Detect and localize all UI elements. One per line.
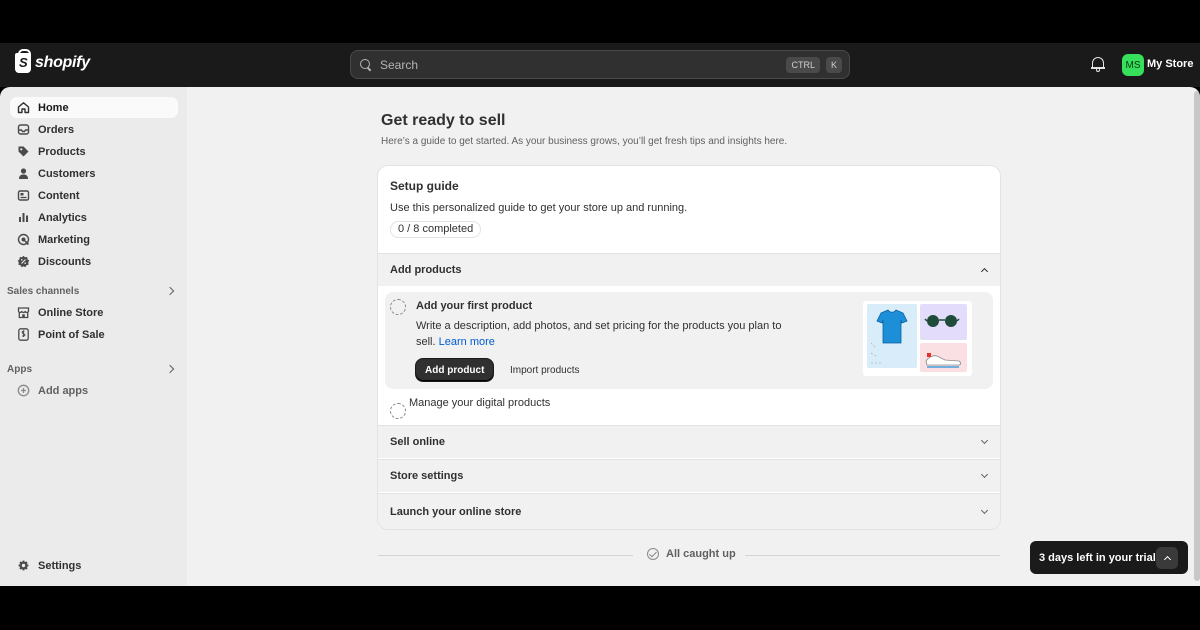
caught-up-label: All caught up <box>666 548 736 560</box>
section-label: Add products <box>390 264 462 276</box>
divider <box>745 555 1000 556</box>
sidebar-item-orders[interactable]: Orders <box>10 119 178 140</box>
brand-name: shopify <box>35 54 90 71</box>
add-product-button[interactable]: Add product <box>416 359 494 381</box>
setup-guide-card: Setup guide Use this personalized guide … <box>378 166 1000 529</box>
sidebar-item-label: Online Store <box>38 306 104 319</box>
progress-badge: 0 / 8 completed <box>390 221 482 238</box>
import-products-button[interactable]: Import products <box>506 359 583 381</box>
bar-chart-icon <box>17 211 30 224</box>
sidebar-item-label: Settings <box>38 559 82 572</box>
sidebar-item-content[interactable]: Content <box>10 185 178 206</box>
sidebar-item-label: Products <box>38 145 86 158</box>
search-input[interactable] <box>380 57 787 72</box>
sidebar-item-online-store[interactable]: Online Store <box>10 302 178 323</box>
sidebar-item-label: Home <box>38 101 69 114</box>
sidebar-item-point-of-sale[interactable]: Point of Sale <box>10 324 178 345</box>
task-status-circle-icon[interactable] <box>390 403 406 419</box>
gear-icon <box>17 559 30 572</box>
sidebar-item-analytics[interactable]: Analytics <box>10 207 178 228</box>
learn-more-link[interactable]: Learn more <box>439 336 495 348</box>
section-title: Sales channels <box>7 285 80 297</box>
sidebar-item-customers[interactable]: Customers <box>10 163 178 184</box>
sidebar-item-discounts[interactable]: Discounts <box>10 251 178 272</box>
page-title: Get ready to sell <box>381 112 506 129</box>
trial-label: 3 days left in your trial <box>1039 551 1156 564</box>
chevron-down-icon <box>980 506 989 514</box>
chevron-right-icon <box>165 286 175 296</box>
tag-icon <box>17 145 30 158</box>
shopify-logo[interactable]: shopify <box>15 49 90 73</box>
sidebar-item-marketing[interactable]: Marketing <box>10 229 178 250</box>
section-launch-online-store[interactable]: Launch your online store <box>378 493 1000 529</box>
section-add-products[interactable]: Add products <box>378 253 1000 286</box>
sidebar-item-label: Discounts <box>38 255 92 268</box>
section-label: Sell online <box>390 436 446 448</box>
setup-guide-description: Use this personalized guide to get your … <box>390 202 688 214</box>
task-title: Add your first product <box>416 300 533 312</box>
section-store-settings[interactable]: Store settings <box>378 459 1000 492</box>
chevron-down-icon <box>980 470 989 479</box>
section-title: Apps <box>7 363 32 375</box>
sidebar: Home Orders Products Customers Content A… <box>0 87 187 586</box>
content-icon <box>17 189 30 202</box>
task-description: Write a description, add photos, and set… <box>416 320 782 348</box>
top-bar: shopify CTRL K MS My Store <box>0 43 1200 87</box>
person-icon <box>17 167 30 180</box>
pos-icon <box>17 328 30 341</box>
sidebar-item-settings[interactable]: Settings <box>10 555 178 576</box>
avatar[interactable]: MS <box>1122 54 1144 76</box>
shortcut-k-key: K <box>825 56 842 73</box>
home-icon <box>17 101 30 114</box>
chevron-up-icon <box>1163 555 1171 563</box>
page-subtitle: Here’s a guide to get started. As your b… <box>381 136 788 147</box>
apps-header[interactable]: Apps <box>7 361 178 377</box>
task-status-circle-icon[interactable] <box>390 299 406 315</box>
divider <box>378 555 633 556</box>
shortcut-ctrl-key: CTRL <box>786 56 820 73</box>
sidebar-item-label: Customers <box>38 167 96 180</box>
search-icon <box>360 58 372 71</box>
target-icon <box>17 233 30 246</box>
store-icon <box>17 306 30 319</box>
section-label: Launch your online store <box>390 505 522 518</box>
task-add-first-product: Add your first product Write a descripti… <box>385 292 993 389</box>
sales-channels-header[interactable]: Sales channels <box>7 283 178 299</box>
trial-banner[interactable]: 3 days left in your trial <box>1030 541 1188 574</box>
sidebar-item-label: Orders <box>38 123 75 136</box>
sidebar-item-label: Content <box>38 189 80 202</box>
sidebar-item-label: Add apps <box>38 384 89 397</box>
inbox-icon <box>17 123 30 136</box>
sidebar-item-products[interactable]: Products <box>10 141 178 162</box>
chevron-down-icon <box>980 436 989 445</box>
chevron-right-icon <box>165 364 175 374</box>
scrollbar[interactable] <box>1194 91 1200 581</box>
store-name[interactable]: My Store <box>1147 58 1193 70</box>
shopping-bag-icon <box>15 49 31 73</box>
sidebar-item-home[interactable]: Home <box>10 97 178 118</box>
main-content: Get ready to sell Here’s a guide to get … <box>187 87 1200 586</box>
setup-guide-title: Setup guide <box>390 179 459 193</box>
all-caught-up: All caught up <box>647 548 736 560</box>
section-label: Store settings <box>390 470 464 482</box>
add-circle-icon <box>17 384 30 397</box>
search-bar[interactable]: CTRL K <box>350 50 850 79</box>
task-manage-digital-products[interactable]: Manage your digital products <box>409 397 550 409</box>
section-sell-online[interactable]: Sell online <box>378 425 1000 458</box>
chevron-up-icon <box>980 267 989 276</box>
products-illustration <box>863 301 972 376</box>
check-circle-icon <box>647 548 659 560</box>
discount-icon <box>17 255 30 268</box>
sidebar-item-add-apps[interactable]: Add apps <box>10 380 178 401</box>
trial-expand-button[interactable] <box>1156 546 1178 569</box>
sidebar-item-label: Point of Sale <box>38 328 105 341</box>
bell-icon[interactable] <box>1091 57 1105 73</box>
sidebar-item-label: Marketing <box>38 233 90 246</box>
sidebar-item-label: Analytics <box>38 211 87 224</box>
add-products-body: Add your first product Write a descripti… <box>378 287 1000 427</box>
